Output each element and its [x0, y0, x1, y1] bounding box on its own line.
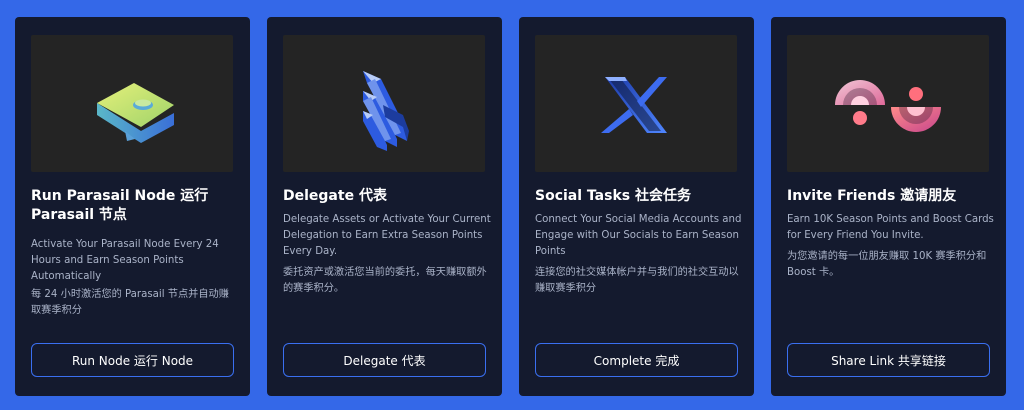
card-description-zh: 连接您的社交媒体帐户并与我们的社交互动以赚取赛季积分 — [535, 267, 739, 294]
card-description-en: Earn 10K Season Points and Boost Cards f… — [787, 214, 994, 241]
share-link-button[interactable]: Share Link 共享链接 — [787, 343, 990, 377]
card-description-zh: 委托资产或激活您当前的委托，每天赚取额外的赛季积分。 — [283, 267, 487, 294]
card-description-zh: 每 24 小时激活您的 Parasail 节点并自动赚取赛季积分 — [31, 289, 229, 316]
card-title: Social Tasks 社会任务 — [535, 188, 691, 204]
run-node-button[interactable]: Run Node 运行 Node — [31, 343, 234, 377]
card-title: Invite Friends 邀请朋友 — [787, 188, 957, 204]
delegate-button[interactable]: Delegate 代表 — [283, 343, 486, 377]
card-description-en: Connect Your Social Media Accounts and E… — [535, 214, 742, 257]
complete-button[interactable]: Complete 完成 — [535, 343, 738, 377]
card-title: Run Parasail Node 运行 Parasail 节点 — [31, 188, 209, 223]
parasail-node-icon — [97, 83, 174, 143]
card-delegate: Delegate 代表 Delegate Assets or Activate … — [267, 17, 502, 396]
task-cards: Run Parasail Node 运行 Parasail 节点 Activat… — [15, 17, 1006, 396]
card-image — [31, 35, 233, 172]
card-image — [535, 35, 737, 172]
delegate-icon — [363, 71, 409, 151]
invite-friends-icon — [835, 80, 941, 132]
x-logo-icon — [601, 77, 667, 133]
card-title: Delegate 代表 — [283, 188, 387, 204]
card-run-node: Run Parasail Node 运行 Parasail 节点 Activat… — [15, 17, 250, 396]
card-description-zh: 为您邀请的每一位朋友赚取 10K 赛季积分和 Boost 卡。 — [787, 251, 987, 278]
card-image — [283, 35, 485, 172]
card-image — [787, 35, 989, 172]
card-invite-friends: Invite Friends 邀请朋友 Earn 10K Season Poin… — [771, 17, 1006, 396]
card-social-tasks: Social Tasks 社会任务 Connect Your Social Me… — [519, 17, 754, 396]
card-description-en: Activate Your Parasail Node Every 24 Hou… — [31, 239, 219, 282]
card-description-en: Delegate Assets or Activate Your Current… — [283, 214, 491, 257]
